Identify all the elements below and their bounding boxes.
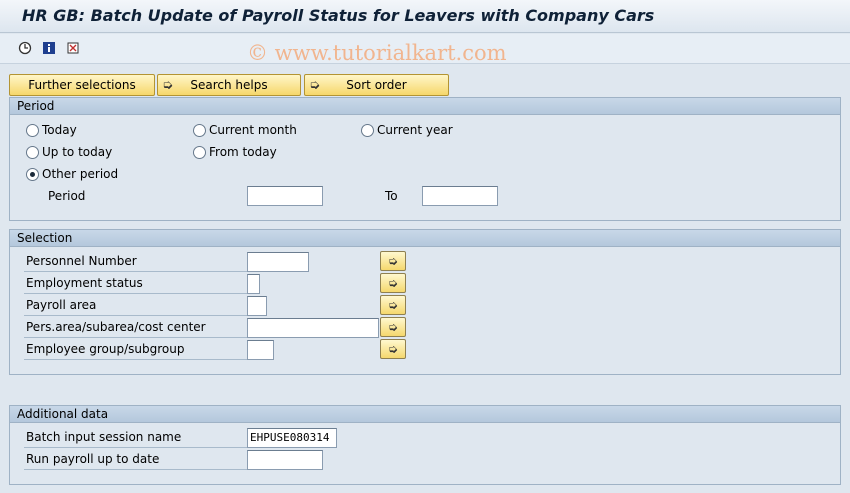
employment-status-label: Employment status (24, 274, 250, 294)
session-name-input[interactable]: EHPUSE080314 (247, 428, 337, 448)
period-header: Period (10, 98, 840, 115)
radio-from-today-label: From today (209, 145, 277, 159)
personnel-number-label: Personnel Number (24, 252, 250, 272)
radio-other-period-label: Other period (42, 167, 119, 181)
watermark-text: © www.tutorialkart.com (247, 41, 507, 65)
employment-status-multiple-selection-button[interactable]: ➭ (380, 273, 406, 293)
arrow-right-icon: ➭ (309, 78, 320, 93)
period-to-label: To (385, 189, 398, 203)
personnel-number-input[interactable] (247, 252, 309, 272)
payroll-area-multiple-selection-button[interactable]: ➭ (380, 295, 406, 315)
pers-area-multiple-selection-button[interactable]: ➭ (380, 317, 406, 337)
employee-group-label: Employee group/subgroup (24, 340, 250, 360)
period-to-input[interactable] (422, 186, 498, 206)
run-payroll-input[interactable] (247, 450, 323, 470)
page-title: HR GB: Batch Update of Payroll Status fo… (22, 6, 655, 25)
radio-current-year-label: Current year (377, 123, 453, 137)
info-icon[interactable] (41, 40, 57, 56)
session-name-label: Batch input session name (24, 428, 250, 448)
radio-current-month[interactable] (193, 124, 206, 137)
employment-status-input[interactable] (247, 274, 260, 294)
additional-data-header: Additional data (10, 406, 840, 423)
radio-up-to-today-label: Up to today (42, 145, 113, 159)
further-selections-label: Further selections (28, 78, 136, 92)
period-group: Period Today Current month Current year … (9, 97, 841, 221)
payroll-area-label: Payroll area (24, 296, 250, 316)
pers-area-input[interactable] (247, 318, 379, 338)
radio-today[interactable] (26, 124, 39, 137)
arrow-right-icon: ➭ (162, 78, 173, 93)
selection-group: Selection Personnel Number ➭ Employment … (9, 229, 841, 375)
employee-group-multiple-selection-button[interactable]: ➭ (380, 339, 406, 359)
selection-options-icon[interactable] (65, 40, 81, 56)
payroll-area-input[interactable] (247, 296, 267, 316)
sort-order-button[interactable]: ➭ Sort order (304, 74, 449, 96)
radio-today-label: Today (42, 123, 77, 137)
personnel-number-multiple-selection-button[interactable]: ➭ (380, 251, 406, 271)
radio-current-month-label: Current month (209, 123, 297, 137)
application-toolbar: © www.tutorialkart.com (0, 34, 850, 65)
execute-icon[interactable] (17, 40, 33, 56)
title-bar: HR GB: Batch Update of Payroll Status fo… (0, 0, 850, 33)
employee-group-input[interactable] (247, 340, 274, 360)
pers-area-label: Pers.area/subarea/cost center (24, 318, 250, 338)
search-helps-label: Search helps (190, 78, 268, 92)
period-label: Period (48, 189, 86, 203)
additional-data-group: Additional data Batch input session name… (9, 405, 841, 485)
further-selections-button[interactable]: Further selections (9, 74, 155, 96)
sort-order-label: Sort order (346, 78, 407, 92)
radio-up-to-today[interactable] (26, 146, 39, 159)
search-helps-button[interactable]: ➭ Search helps (157, 74, 301, 96)
radio-from-today[interactable] (193, 146, 206, 159)
radio-current-year[interactable] (361, 124, 374, 137)
period-from-input[interactable] (247, 186, 323, 206)
run-payroll-label: Run payroll up to date (24, 450, 250, 470)
radio-other-period[interactable] (26, 168, 39, 181)
selection-header: Selection (10, 230, 840, 247)
